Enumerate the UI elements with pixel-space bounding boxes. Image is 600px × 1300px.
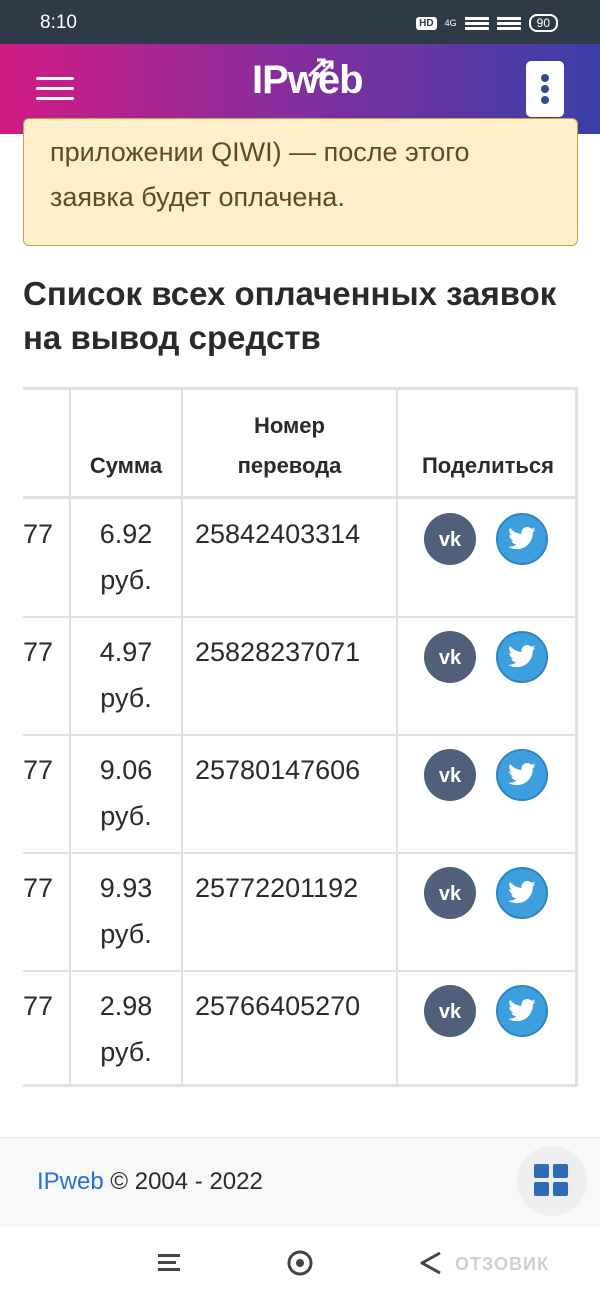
cell-first: 77 [23, 519, 54, 549]
vk-icon[interactable]: vk [424, 867, 476, 919]
vk-icon[interactable]: vk [424, 631, 476, 683]
share-buttons: vk [424, 631, 548, 683]
cell-amount: 2.98 руб. [71, 983, 181, 1075]
svg-text:vk: vk [439, 1001, 462, 1022]
notice-line-2: заявка будет оплачена. [50, 182, 345, 212]
svg-text:vk: vk [439, 529, 462, 550]
section-title: Список всех оплаченных заявок на вывод с… [23, 275, 557, 356]
amount-currency: руб. [100, 801, 152, 831]
watermark: ОТЗОВИК [455, 1254, 549, 1274]
cell-amount: 4.97 руб. [71, 629, 181, 721]
row-divider [23, 852, 575, 854]
amount-value: 9.06 [99, 755, 153, 785]
cell-first: 77 [23, 873, 54, 903]
cell-amount: 6.92 руб. [71, 511, 181, 603]
twitter-icon[interactable] [496, 513, 548, 565]
svg-text:vk: vk [439, 647, 462, 668]
home-icon[interactable] [286, 1249, 314, 1277]
col-divider [396, 390, 398, 1084]
status-time: 8:10 [40, 12, 77, 33]
amount-value: 6.92 [99, 519, 153, 549]
android-nav-bar: ОТЗОВИК [0, 1227, 600, 1300]
footer-copyright: IPweb © 2004 - 2022 [37, 1168, 263, 1196]
amount-currency: руб. [100, 683, 152, 713]
header-number-2: перевода [237, 453, 342, 478]
header-sum: Сумма [89, 453, 163, 478]
cell-transfer-number: 25772201192 [195, 873, 359, 903]
footer-copyright-text: © 2004 - 2022 [110, 1168, 263, 1195]
twitter-icon[interactable] [496, 985, 548, 1037]
status-bar: 8:10 HD 4G 90 [0, 0, 600, 44]
footer: IPweb © 2004 - 2022 [0, 1137, 600, 1227]
amount-value: 9.93 [99, 873, 153, 903]
cell-transfer-number: 25828237071 [195, 637, 361, 667]
share-buttons: vk [424, 985, 548, 1037]
amount-value: 2.98 [99, 991, 153, 1021]
col-divider [181, 390, 183, 1084]
status-icons: HD 4G 90 [416, 14, 558, 32]
cell-transfer-number: 25766405270 [195, 991, 361, 1021]
footer-brand-link[interactable]: IPweb [37, 1168, 104, 1195]
signal-icon [464, 16, 489, 30]
cell-first: 77 [23, 991, 54, 1021]
hd-badge: HD [416, 16, 437, 30]
header-number-1: Номер [254, 413, 325, 438]
row-divider [23, 616, 575, 618]
share-buttons: vk [424, 867, 548, 919]
amount-currency: руб. [100, 919, 152, 949]
svg-text:vk: vk [439, 765, 462, 786]
more-vertical-icon[interactable] [526, 61, 564, 117]
svg-text:vk: vk [439, 883, 462, 904]
vk-icon[interactable]: vk [424, 749, 476, 801]
network-label: 4G [444, 18, 457, 28]
cell-first: 77 [23, 637, 54, 667]
grid-icon[interactable] [517, 1146, 587, 1216]
cell-first: 77 [23, 755, 54, 785]
header-divider [23, 496, 575, 499]
notice-box: приложении QIWI) — после этого заявка бу… [23, 118, 578, 246]
col-divider [69, 390, 71, 1084]
cell-amount: 9.93 руб. [71, 865, 181, 957]
amount-currency: руб. [100, 1037, 152, 1067]
row-divider [23, 734, 575, 736]
header-share: Поделиться [421, 453, 555, 478]
notice-line-1: приложении QIWI) — после этого [50, 137, 470, 167]
share-buttons: vk [424, 513, 548, 565]
logo-arrows-icon [307, 58, 334, 80]
payments-table: Сумма Номер перевода Поделиться 77 6.92 ру… [23, 387, 578, 1087]
amount-currency: руб. [100, 565, 152, 595]
row-divider [23, 970, 575, 972]
signal-icon-2 [496, 16, 521, 30]
share-buttons: vk [424, 749, 548, 801]
twitter-icon[interactable] [496, 867, 548, 919]
vk-icon[interactable]: vk [424, 985, 476, 1037]
back-icon[interactable] [418, 1249, 444, 1277]
battery-indicator: 90 [528, 14, 558, 32]
twitter-icon[interactable] [496, 749, 548, 801]
cell-transfer-number: 25842403314 [195, 519, 361, 549]
cell-transfer-number: 25780147606 [195, 755, 361, 785]
amount-value: 4.97 [99, 637, 153, 667]
hamburger-icon[interactable] [36, 75, 74, 103]
twitter-icon[interactable] [496, 631, 548, 683]
recents-icon[interactable] [156, 1249, 182, 1275]
vk-icon[interactable]: vk [424, 513, 476, 565]
cell-amount: 9.06 руб. [71, 747, 181, 839]
